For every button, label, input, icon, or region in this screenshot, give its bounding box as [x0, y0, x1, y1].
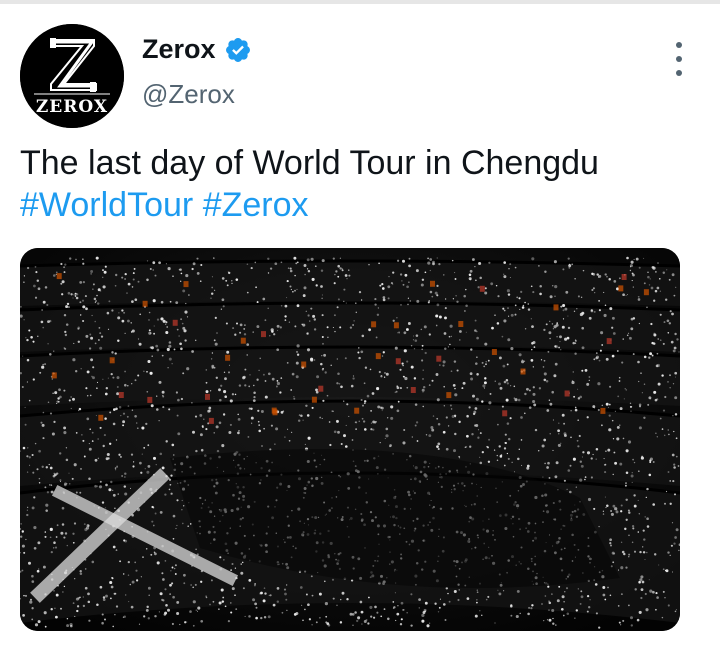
more-dot: [676, 42, 682, 48]
tweet-card[interactable]: ZEROX Zerox @Zerox The last day of World…: [0, 4, 720, 649]
tweet-text: The last day of World Tour in Chengdu #W…: [20, 142, 700, 226]
more-dot: [676, 56, 682, 62]
media-photo[interactable]: [20, 248, 680, 631]
hashtag-zerox[interactable]: #Zerox: [203, 186, 309, 224]
svg-text:ZEROX: ZEROX: [36, 97, 108, 117]
avatar[interactable]: ZEROX: [20, 24, 124, 128]
more-dot: [676, 70, 682, 76]
tweet-text-line: The last day of World Tour in Chengdu: [20, 144, 599, 182]
hashtag-line: #WorldTour #Zerox: [20, 184, 700, 226]
more-vertical-icon[interactable]: [668, 42, 690, 76]
stadium-crowd-photo: [20, 248, 680, 631]
verified-badge-icon: [225, 37, 250, 62]
zerox-logo: ZEROX: [20, 24, 124, 128]
handle[interactable]: @Zerox: [142, 79, 235, 110]
hashtag-worldtour[interactable]: #WorldTour: [20, 186, 193, 224]
display-name-text: Zerox: [142, 34, 216, 64]
display-name[interactable]: Zerox: [142, 34, 252, 65]
